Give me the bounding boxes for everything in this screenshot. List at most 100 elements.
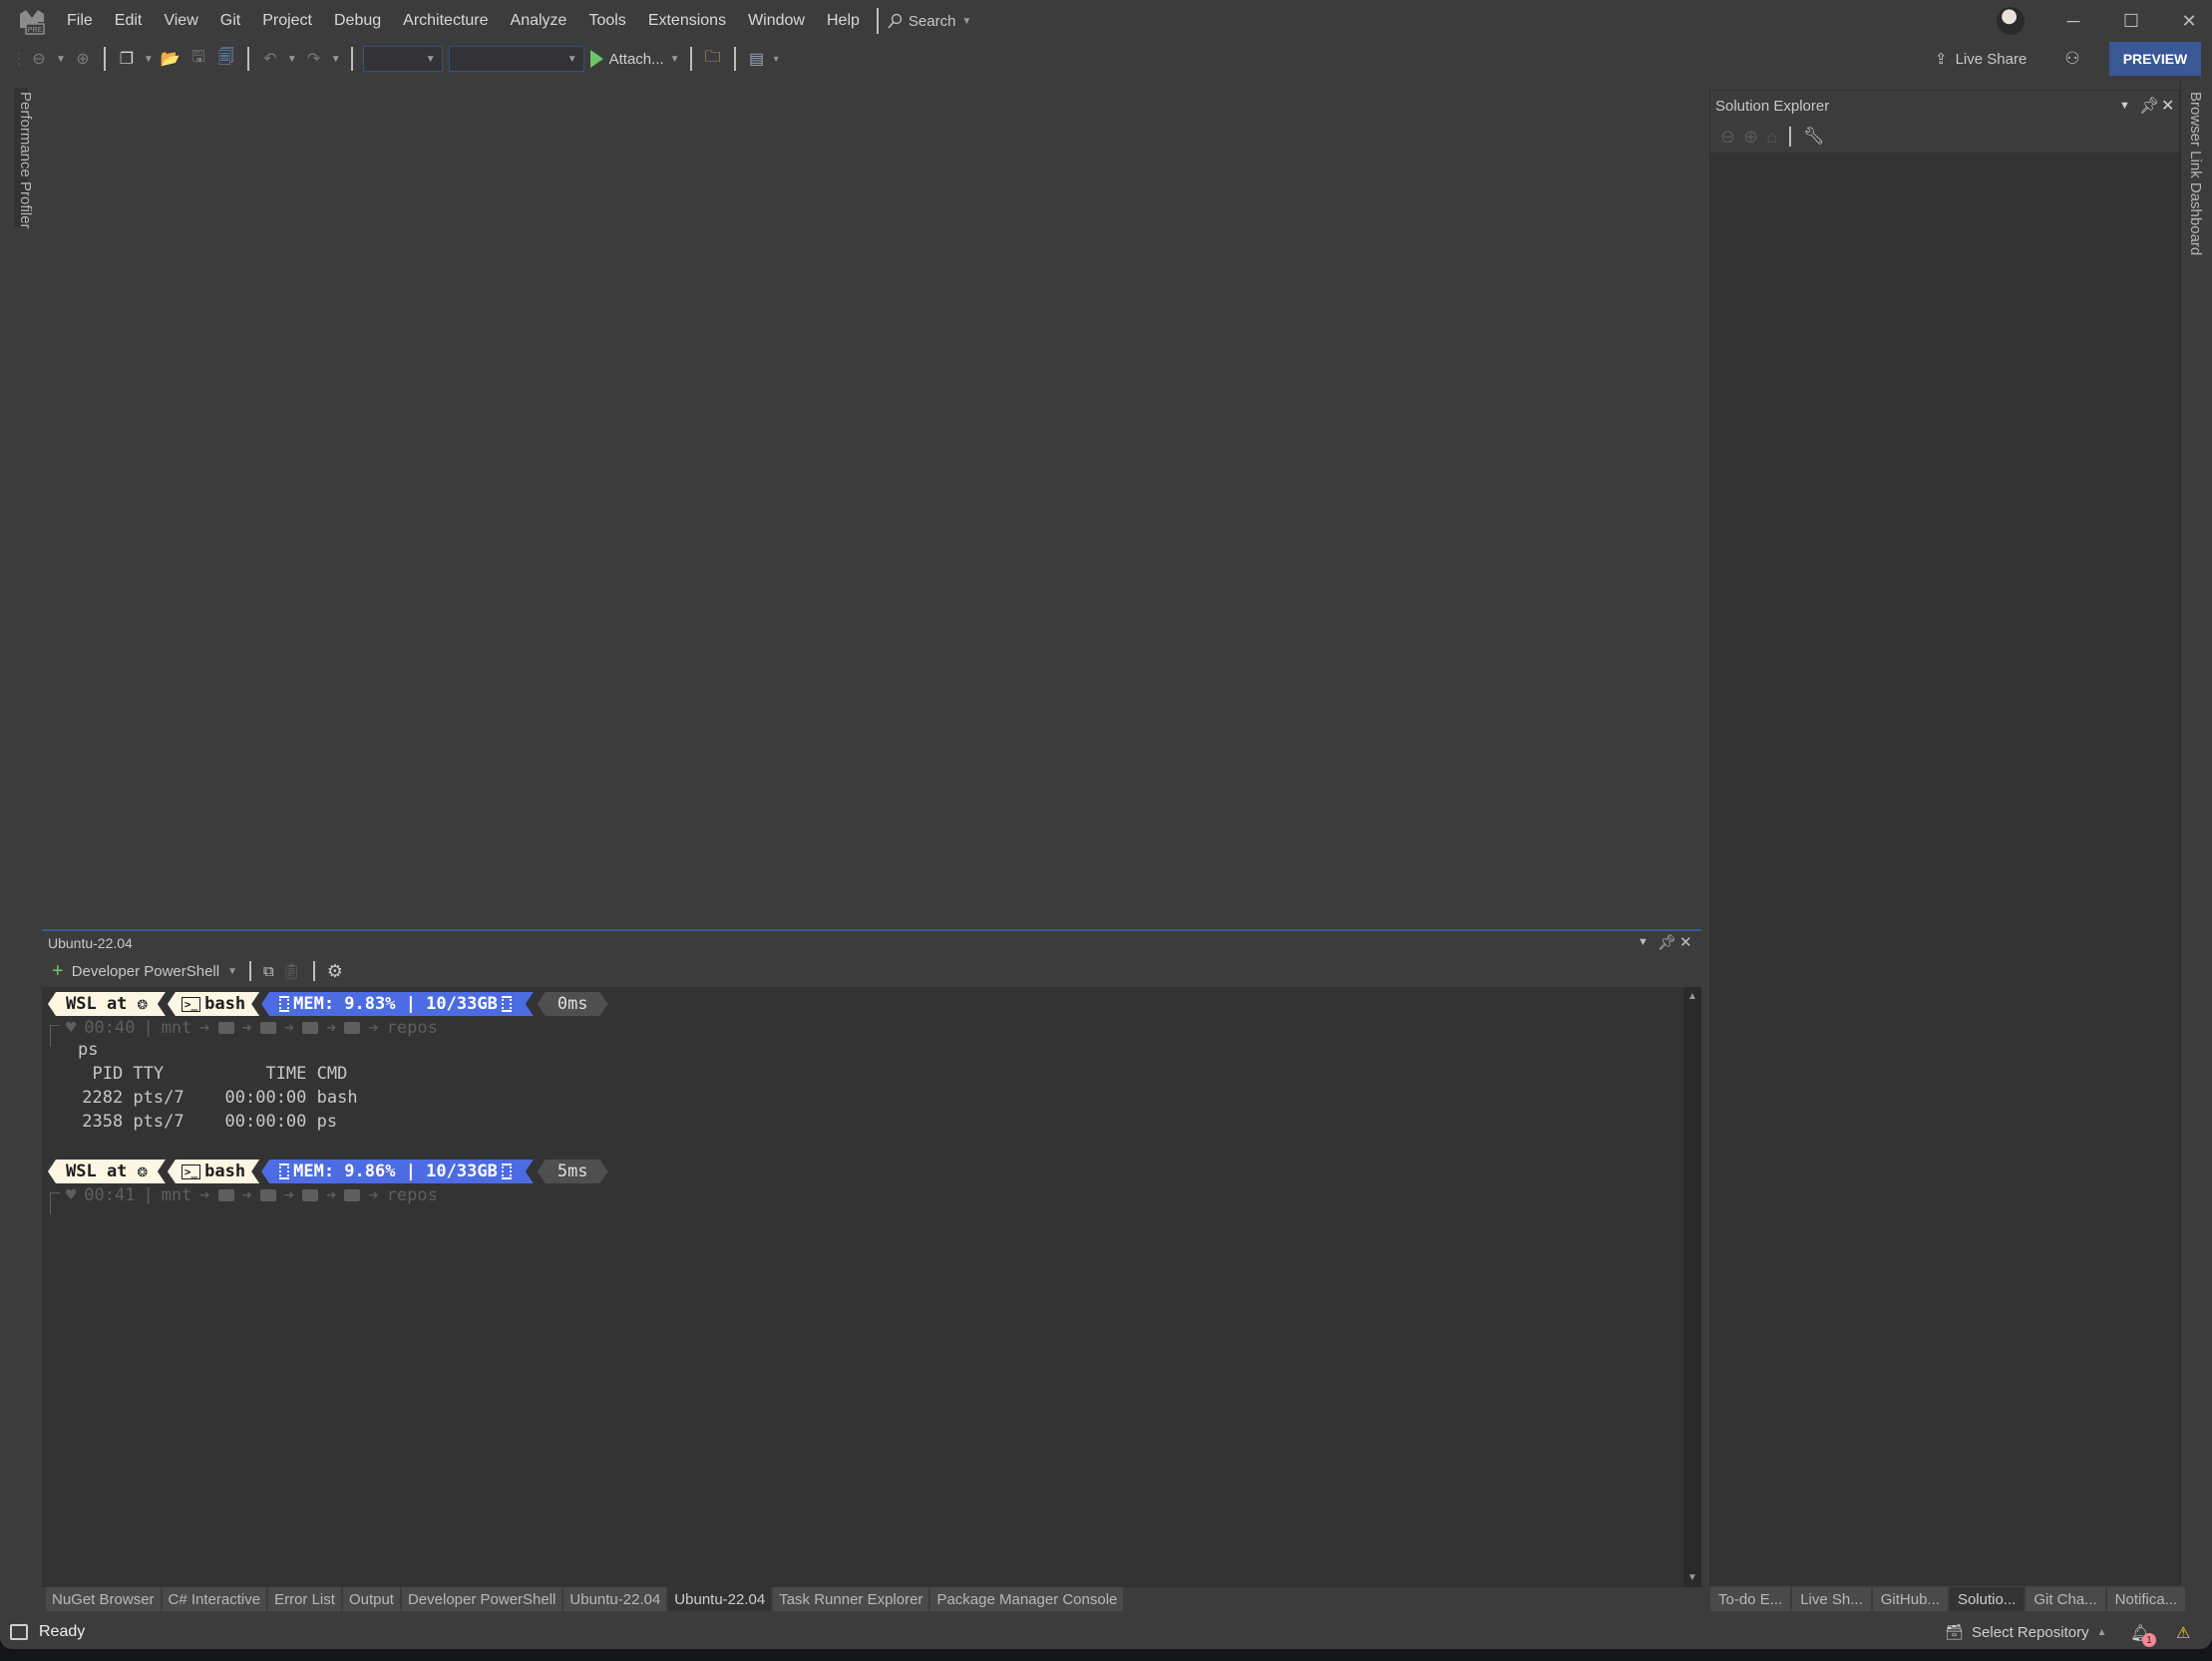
toolbar-separator: [103, 47, 106, 71]
pin-icon[interactable]: 📌︎: [2139, 96, 2159, 116]
toolbar-overflow-icon[interactable]: ▾: [774, 54, 779, 65]
path-end: repos: [386, 1185, 438, 1205]
navigate-forward-icon[interactable]: ⊕: [72, 48, 94, 70]
menu-help[interactable]: Help: [816, 12, 871, 30]
undo-dropdown-icon[interactable]: ▼: [287, 54, 297, 65]
configuration-combo[interactable]: ▼: [362, 46, 443, 72]
prompt-shell-segment: >_ bash: [168, 1160, 259, 1183]
undo-icon[interactable]: ↶: [259, 48, 281, 70]
repository-icon: 🗃︎: [1945, 1624, 1965, 1641]
menu-git[interactable]: Git: [209, 12, 251, 30]
find-in-files-icon[interactable]: 🗀: [702, 48, 724, 70]
attach-button[interactable]: Attach... ▼: [589, 50, 680, 68]
redo-icon[interactable]: ↷: [303, 48, 325, 70]
chevron-down-icon[interactable]: ▼: [227, 966, 237, 977]
search-icon: [888, 13, 903, 29]
select-repository-button[interactable]: 🗃︎ Select Repository ▲: [1945, 1623, 2107, 1642]
terminal-output[interactable]: WSL at ❂ >_ bash MEM: 9.83% | 10/33GB 0ms…: [42, 987, 1683, 1587]
live-share-button[interactable]: ⇪ Live Share: [1935, 46, 2027, 72]
heart-icon: ♥: [66, 1185, 77, 1205]
menu-view[interactable]: View: [153, 12, 208, 30]
folder-icon: [217, 1022, 234, 1034]
tab-ubuntu-1[interactable]: Ubuntu-22.04: [563, 1587, 667, 1611]
tab-solution-explorer[interactable]: Solutio...: [1949, 1587, 2025, 1611]
close-window-button[interactable]: ✕: [2160, 0, 2212, 42]
navigate-back-icon[interactable]: ⊖: [28, 48, 50, 70]
scroll-up-icon[interactable]: ▲: [1687, 991, 1697, 1002]
preview-badge[interactable]: PREVIEW: [2109, 42, 2201, 76]
scroll-down-icon[interactable]: ▼: [1687, 1572, 1697, 1583]
toolbar-grip-icon[interactable]: ⋮: [11, 48, 27, 70]
menu-analyze[interactable]: Analyze: [500, 12, 578, 30]
search-label: Search: [908, 12, 956, 30]
prompt-path-line: ♥ 00:41 | mnt ➔ ➔ ➔ ➔ ➔ repos: [66, 1183, 438, 1207]
folder-icon: [259, 1022, 276, 1034]
title-bar: PRE File Edit View Git Project Debug Arc…: [0, 0, 2212, 42]
live-share-label: Live Share: [1955, 50, 2028, 68]
back-icon[interactable]: ⊖: [1720, 127, 1735, 148]
arrow-icon: ➔: [199, 1018, 210, 1038]
tab-output[interactable]: Output: [342, 1587, 400, 1611]
settings-gear-icon[interactable]: ⚙: [327, 961, 343, 982]
menu-extensions[interactable]: Extensions: [637, 12, 737, 30]
feedback-button[interactable]: ⚇: [2059, 46, 2085, 72]
feedback-warning-icon[interactable]: ⚠: [2176, 1623, 2190, 1643]
arrow-icon: ➔: [199, 1185, 210, 1205]
properties-wrench-icon[interactable]: 🔧︎: [1803, 127, 1825, 147]
window-position-dropdown-icon[interactable]: ▼: [1638, 936, 1649, 948]
new-project-icon[interactable]: ❐: [116, 48, 138, 70]
tab-ubuntu-2[interactable]: Ubuntu-22.04: [668, 1587, 772, 1611]
home-icon[interactable]: ⌂: [1766, 127, 1777, 148]
save-all-icon[interactable]: 🗐: [215, 48, 237, 70]
copy-icon[interactable]: ⧉: [263, 963, 274, 980]
prompt-powerline: WSL at ❂ >_ bash MEM: 9.83% | 10/33GB 0ms: [48, 992, 608, 1016]
chevron-down-icon: ▼: [669, 53, 680, 65]
tab-nuget-browser[interactable]: NuGet Browser: [46, 1587, 161, 1611]
tab-todo-explorer[interactable]: To-do E...: [1710, 1587, 1791, 1611]
folder-icon: [344, 1022, 361, 1034]
tab-error-list[interactable]: Error List: [268, 1587, 341, 1611]
new-dropdown-icon[interactable]: ▼: [144, 54, 154, 65]
menu-window[interactable]: Window: [737, 12, 816, 30]
tab-task-runner-explorer[interactable]: Task Runner Explorer: [773, 1587, 929, 1611]
menu-debug[interactable]: Debug: [323, 12, 392, 30]
new-terminal-icon[interactable]: +: [52, 960, 64, 983]
search-button[interactable]: Search ▼: [887, 13, 971, 30]
menu-tools[interactable]: Tools: [577, 12, 636, 30]
maximize-button[interactable]: ☐: [2102, 0, 2160, 42]
tab-developer-powershell[interactable]: Developer PowerShell: [401, 1587, 562, 1611]
terminal-scrollbar[interactable]: ▲ ▼: [1683, 987, 1701, 1587]
save-icon[interactable]: 🖫: [187, 48, 209, 70]
ubuntu-icon: ❂: [137, 1162, 148, 1181]
prompt-mem-segment: MEM: 9.86% | 10/33GB: [261, 1160, 534, 1183]
pin-icon[interactable]: 📌︎: [1658, 933, 1676, 951]
close-panel-icon[interactable]: ✕: [2161, 96, 2174, 116]
shell-selector[interactable]: Developer PowerShell: [72, 963, 219, 980]
menu-file[interactable]: File: [56, 12, 104, 30]
menu-edit[interactable]: Edit: [104, 12, 154, 30]
close-panel-icon[interactable]: ✕: [1679, 933, 1692, 951]
solution-explorer-header: Solution Explorer ▼ 📌︎ ✕: [1710, 91, 2179, 121]
tab-git-changes[interactable]: Git Cha...: [2026, 1587, 2105, 1611]
tab-csharp-interactive[interactable]: C# Interactive: [162, 1587, 267, 1611]
menu-project[interactable]: Project: [251, 12, 323, 30]
prompt-duration-segment: 0ms: [538, 992, 608, 1016]
user-avatar[interactable]: [1997, 7, 2025, 35]
browser-link-dashboard-tab[interactable]: Browser Link Dashboard: [2187, 92, 2204, 255]
minimize-button[interactable]: ─: [2044, 0, 2102, 42]
tab-github[interactable]: GitHub...: [1872, 1587, 1948, 1611]
tab-package-manager-console[interactable]: Package Manager Console: [930, 1587, 1124, 1611]
open-folder-icon[interactable]: 📂: [160, 48, 182, 70]
forward-icon[interactable]: ⊕: [1743, 127, 1758, 148]
paste-icon[interactable]: 📋︎: [282, 962, 301, 980]
back-dropdown-icon[interactable]: ▼: [56, 54, 66, 65]
tab-notifications[interactable]: Notifica...: [2106, 1587, 2186, 1611]
redo-dropdown-icon[interactable]: ▼: [331, 54, 341, 65]
performance-profiler-tab[interactable]: Performance Profiler: [17, 92, 34, 229]
window-position-dropdown-icon[interactable]: ▼: [2119, 100, 2130, 112]
platform-combo[interactable]: ▼: [448, 46, 584, 72]
memory-chip-icon: [502, 996, 512, 1012]
menu-architecture[interactable]: Architecture: [392, 12, 499, 30]
window-layout-icon[interactable]: ▤: [746, 48, 768, 70]
tab-live-share[interactable]: Live Sh...: [1792, 1587, 1871, 1611]
